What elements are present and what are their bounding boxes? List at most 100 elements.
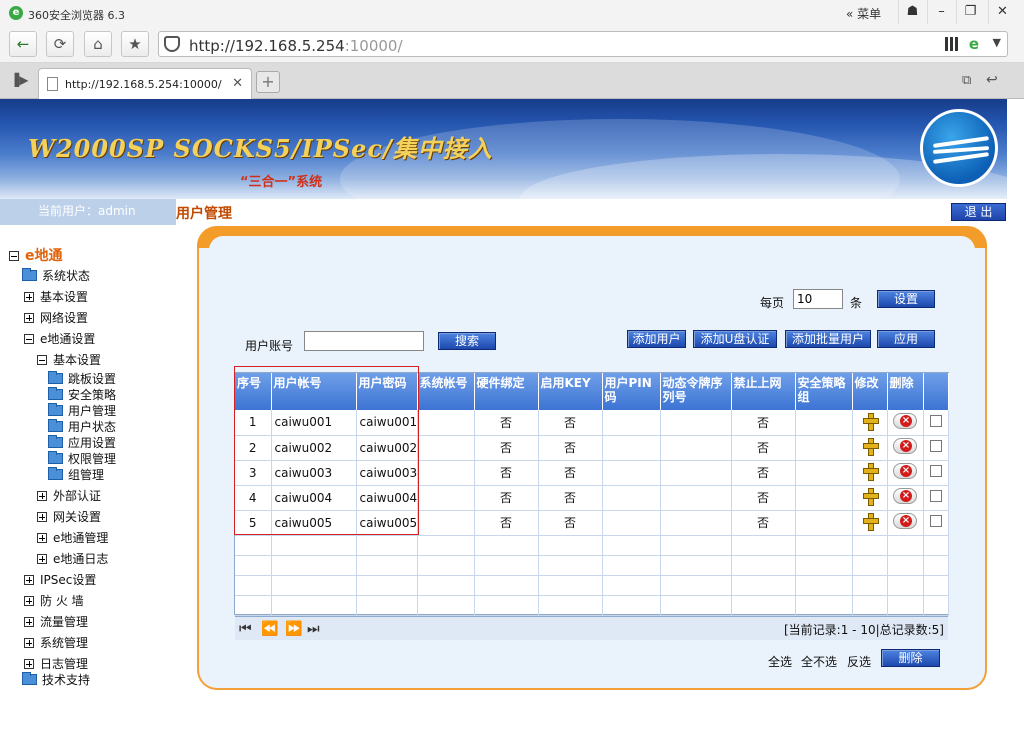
invert-selection-link[interactable]: 反选 bbox=[847, 653, 871, 670]
sidebar-item-ipsec[interactable]: IPSec设置 bbox=[24, 571, 96, 589]
row-no: 4 bbox=[235, 485, 272, 511]
table-row: 2 caiwu002 caiwu002 否 否 否 bbox=[235, 435, 949, 461]
delete-selected-button[interactable]: 删除 bbox=[881, 649, 940, 667]
col-header: 修改 bbox=[852, 373, 888, 410]
sidebar-item-group-management[interactable]: 组管理 bbox=[48, 466, 104, 484]
favorite-star-icon[interactable]: ★ bbox=[121, 31, 149, 57]
browser-menu-button[interactable]: « 菜单 bbox=[846, 5, 881, 22]
prev-page-icon[interactable]: ⏪ bbox=[261, 621, 278, 637]
folder-icon bbox=[48, 467, 63, 480]
logout-button[interactable]: 退 出 bbox=[951, 203, 1006, 221]
banner-subtitle: “三合一”系统 bbox=[240, 175, 323, 190]
account-search-input[interactable] bbox=[304, 331, 424, 351]
address-url[interactable]: http://192.168.5.254:10000/ bbox=[189, 37, 403, 55]
row-hw-binding: 否 bbox=[474, 510, 539, 536]
row-no: 1 bbox=[235, 410, 272, 436]
first-page-icon[interactable]: ⏮ bbox=[239, 621, 252, 637]
search-button[interactable]: 搜索 bbox=[438, 332, 496, 350]
edit-icon[interactable] bbox=[862, 438, 879, 456]
row-checkbox[interactable] bbox=[929, 490, 942, 502]
table-row: 5 caiwu005 caiwu005 否 否 否 bbox=[235, 510, 949, 536]
row-select-cell bbox=[923, 460, 949, 486]
restore-icon[interactable]: ❐ bbox=[956, 0, 984, 24]
undo-close-icon[interactable]: ↩ bbox=[986, 72, 998, 88]
edit-icon[interactable] bbox=[862, 488, 879, 506]
sidebar-item-external-auth[interactable]: 外部认证 bbox=[37, 487, 101, 505]
tab-current[interactable]: http://192.168.5.254:10000/ ✕ bbox=[38, 68, 252, 99]
sidebar-root[interactable]: e地通 bbox=[9, 247, 63, 265]
home-icon[interactable]: ⌂ bbox=[84, 31, 112, 57]
sidebar-item-basic-settings[interactable]: 基本设置 bbox=[24, 288, 88, 306]
row-edit-cell bbox=[852, 410, 888, 436]
add-batch-users-button[interactable]: 添加批量用户 bbox=[785, 330, 871, 348]
row-password: caiwu003 bbox=[356, 460, 418, 486]
chevron-down-icon[interactable]: ▼ bbox=[993, 36, 1001, 49]
delete-icon[interactable] bbox=[893, 488, 917, 504]
sidebar-item-edt-settings[interactable]: e地通设置 bbox=[24, 330, 95, 348]
sidebar-item-edt-management[interactable]: e地通管理 bbox=[37, 529, 108, 547]
back-icon[interactable]: ← bbox=[9, 31, 37, 57]
per-page-input[interactable]: 10 bbox=[793, 289, 843, 309]
refresh-icon[interactable]: ⟳ bbox=[46, 31, 74, 57]
row-block: 否 bbox=[731, 460, 796, 486]
row-password: caiwu002 bbox=[356, 435, 418, 461]
minimize-icon[interactable]: – bbox=[927, 0, 955, 24]
row-checkbox[interactable] bbox=[929, 440, 942, 452]
row-key: 否 bbox=[538, 510, 603, 536]
row-password: caiwu005 bbox=[356, 510, 418, 536]
delete-icon[interactable] bbox=[893, 412, 917, 429]
delete-icon[interactable] bbox=[893, 463, 917, 479]
sidebar-item-gateway[interactable]: 网关设置 bbox=[37, 508, 101, 526]
col-header bbox=[923, 373, 949, 410]
row-password: caiwu001 bbox=[356, 410, 418, 436]
new-tab-button[interactable]: + bbox=[256, 71, 280, 93]
edit-icon[interactable] bbox=[862, 513, 879, 531]
select-none-link[interactable]: 全不选 bbox=[801, 653, 837, 670]
row-checkbox[interactable] bbox=[929, 414, 942, 427]
set-button[interactable]: 设置 bbox=[877, 290, 935, 308]
expand-icon bbox=[24, 638, 34, 648]
add-usb-auth-button[interactable]: 添加U盘认证 bbox=[693, 330, 777, 348]
security-shield-icon bbox=[164, 36, 180, 52]
row-no: 2 bbox=[235, 435, 272, 461]
sidebar-item-traffic[interactable]: 流量管理 bbox=[24, 613, 88, 631]
browser-logo-icon: e bbox=[9, 6, 23, 20]
page-title: 用户管理 bbox=[176, 206, 232, 222]
compat-mode-icon[interactable]: e bbox=[969, 35, 979, 53]
row-checkbox[interactable] bbox=[929, 515, 942, 527]
close-tab-icon[interactable]: ✕ bbox=[232, 76, 243, 91]
tab-list-icon[interactable]: ⧉ bbox=[962, 73, 971, 88]
sidebar-item-tech-support[interactable]: 技术支持 bbox=[22, 671, 90, 689]
row-key: 否 bbox=[538, 485, 603, 511]
delete-icon[interactable] bbox=[893, 438, 917, 454]
sidebar-item-firewall[interactable]: 防 火 墙 bbox=[24, 592, 84, 610]
edit-icon[interactable] bbox=[862, 463, 879, 481]
row-block: 否 bbox=[731, 435, 796, 461]
row-account: caiwu001 bbox=[271, 410, 357, 436]
sidebar-toggle-icon[interactable]: ▐▶ bbox=[10, 73, 28, 87]
table-row: 3 caiwu003 caiwu003 否 否 否 bbox=[235, 460, 949, 486]
delete-icon[interactable] bbox=[893, 513, 917, 529]
add-user-button[interactable]: 添加用户 bbox=[627, 330, 686, 348]
skin-icon[interactable]: ☗ bbox=[898, 0, 926, 24]
apply-button[interactable]: 应用 bbox=[877, 330, 935, 348]
company-logo bbox=[920, 109, 998, 187]
sidebar-item-network-settings[interactable]: 网络设置 bbox=[24, 309, 88, 327]
address-bar[interactable]: http://192.168.5.254:10000/ e ▼ bbox=[158, 31, 1008, 57]
sidebar-item-system-status[interactable]: 系统状态 bbox=[22, 267, 90, 285]
sidebar-item-system-management[interactable]: 系统管理 bbox=[24, 634, 88, 652]
empty-row bbox=[235, 595, 949, 616]
row-checkbox[interactable] bbox=[929, 465, 942, 477]
table-header-row: 序号 用户帐号 用户密码 系统帐号 硬件绑定 启用KEY 用户PIN码 动态令牌… bbox=[235, 373, 949, 410]
row-policy bbox=[795, 410, 853, 436]
row-account: caiwu002 bbox=[271, 435, 357, 461]
last-page-icon[interactable]: ⏭ bbox=[307, 621, 320, 637]
row-edit-cell bbox=[852, 435, 888, 461]
qrcode-icon[interactable] bbox=[945, 37, 959, 51]
select-all-link[interactable]: 全选 bbox=[768, 653, 792, 670]
sidebar-item-edt-basic[interactable]: 基本设置 bbox=[37, 351, 101, 369]
next-page-icon[interactable]: ⏩ bbox=[285, 621, 302, 637]
edit-icon[interactable] bbox=[862, 412, 879, 431]
close-window-icon[interactable]: ✕ bbox=[988, 0, 1016, 24]
sidebar-item-edt-log[interactable]: e地通日志 bbox=[37, 550, 108, 568]
